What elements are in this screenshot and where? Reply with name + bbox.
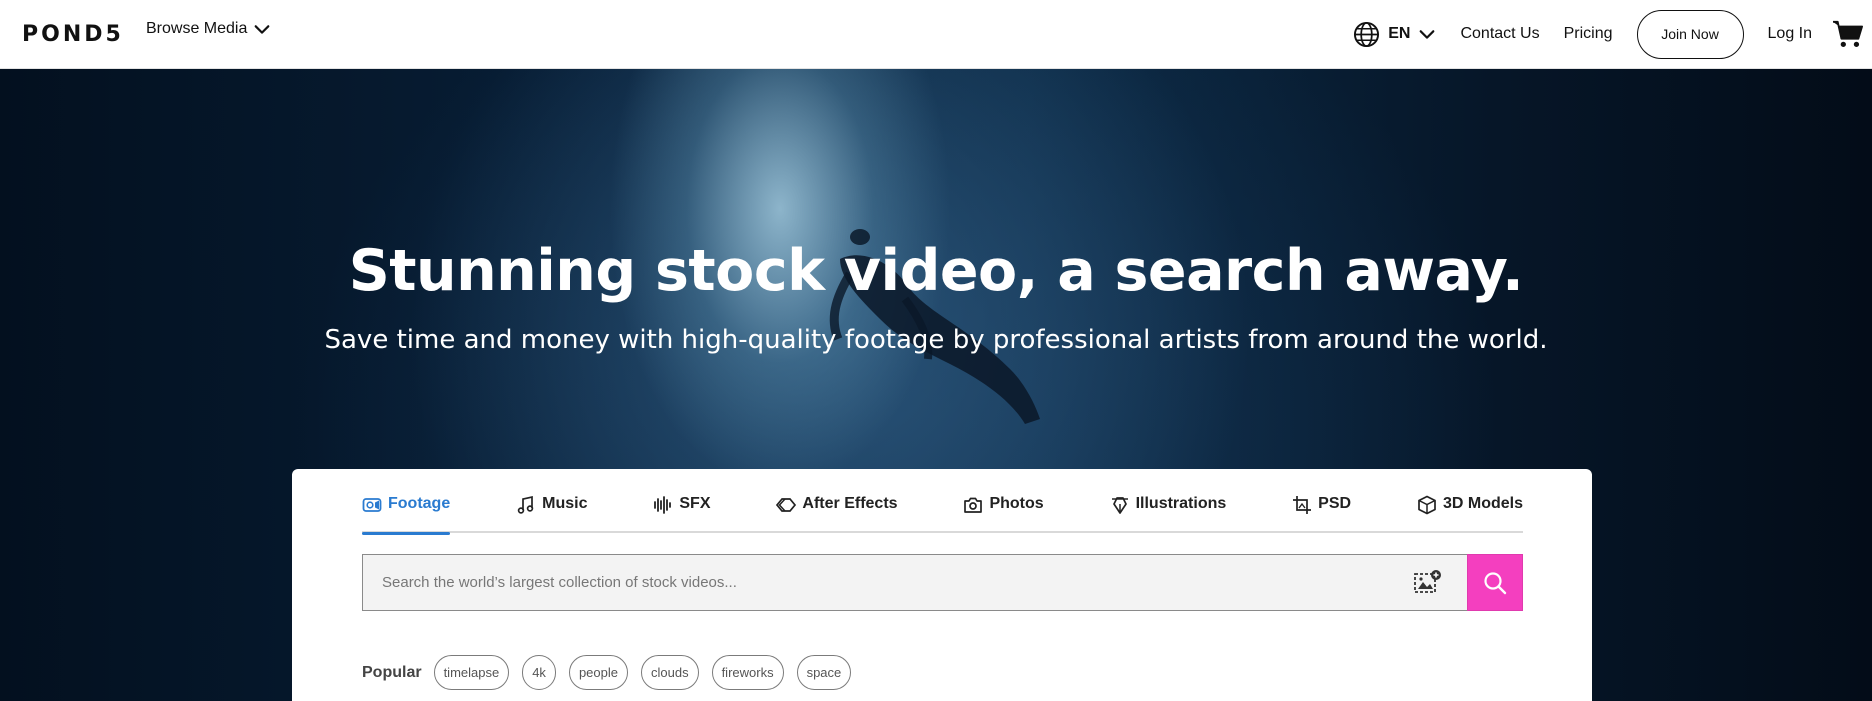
join-now-button[interactable]: Join Now <box>1636 9 1744 59</box>
search-card: Footage Music SFX After Effects Photos I… <box>292 469 1592 701</box>
after-effects-icon <box>776 498 797 512</box>
magnifier-icon <box>1484 571 1507 594</box>
hero-title: Stunning stock video, a search away. <box>348 238 1524 304</box>
language-code: EN <box>1388 25 1411 42</box>
chevron-down-icon <box>1420 30 1435 39</box>
sound-wave-icon <box>654 496 672 514</box>
search-field-container <box>362 554 1467 611</box>
search-input[interactable] <box>363 555 1413 610</box>
popular-tag[interactable]: people <box>568 655 628 690</box>
pen-nib-icon <box>1111 497 1128 514</box>
popular-searches: Popular timelapse 4k people clouds firew… <box>362 655 864 690</box>
cube-icon <box>1418 495 1436 515</box>
hero-subtitle: Save time and money with high-quality fo… <box>324 325 1548 355</box>
crop-icon <box>1293 496 1312 514</box>
tab-music[interactable]: Music <box>516 491 587 533</box>
shopping-cart-icon[interactable] <box>1832 19 1864 49</box>
language-selector[interactable]: EN <box>1353 21 1436 48</box>
tab-psd[interactable]: PSD <box>1292 491 1351 533</box>
popular-tag[interactable]: space <box>796 655 852 690</box>
tab-label: Illustrations <box>1135 495 1227 512</box>
tab-footage[interactable]: Footage <box>362 491 451 535</box>
search-bar <box>362 554 1523 611</box>
popular-tag[interactable]: fireworks <box>711 655 784 690</box>
browse-media-menu[interactable]: Browse Media <box>146 20 271 38</box>
log-in-link[interactable]: Log In <box>1768 25 1812 43</box>
tab-label: Footage <box>388 495 451 512</box>
camera-icon <box>964 497 983 513</box>
hero-banner: Stunning stock video, a search away. Sav… <box>0 69 1872 701</box>
tab-label: 3D Models <box>1442 495 1523 512</box>
media-type-tabs: Footage Music SFX After Effects Photos I… <box>362 491 1523 535</box>
tab-photos[interactable]: Photos <box>963 491 1044 533</box>
tab-label: SFX <box>679 495 711 512</box>
popular-label: Popular <box>362 663 422 681</box>
tab-after-effects[interactable]: After Effects <box>776 491 898 533</box>
pricing-link[interactable]: Pricing <box>1564 25 1613 43</box>
image-search-icon[interactable] <box>1413 569 1443 597</box>
tab-label: PSD <box>1318 495 1352 512</box>
music-note-icon <box>517 495 534 514</box>
browse-media-label: Browse Media <box>146 20 248 37</box>
globe-icon <box>1354 21 1380 47</box>
video-camera-icon <box>362 498 382 512</box>
tab-sfx[interactable]: SFX <box>653 491 711 533</box>
tab-label: After Effects <box>802 495 898 512</box>
tab-3d-models[interactable]: 3D Models <box>1417 491 1523 533</box>
chevron-down-icon <box>254 25 270 34</box>
tab-illustrations[interactable]: Illustrations <box>1110 491 1227 533</box>
popular-tag[interactable]: timelapse <box>433 655 510 690</box>
tab-label: Photos <box>989 495 1044 512</box>
search-button[interactable] <box>1467 554 1523 611</box>
top-nav-bar: POND5 Browse Media EN Contact Us Pricing… <box>0 0 1872 69</box>
popular-tag[interactable]: clouds <box>640 655 699 690</box>
tab-label: Music <box>542 495 588 512</box>
contact-us-link[interactable]: Contact Us <box>1460 25 1539 43</box>
popular-tag[interactable]: 4k <box>522 655 556 690</box>
pond5-logo[interactable]: POND5 <box>22 22 124 47</box>
